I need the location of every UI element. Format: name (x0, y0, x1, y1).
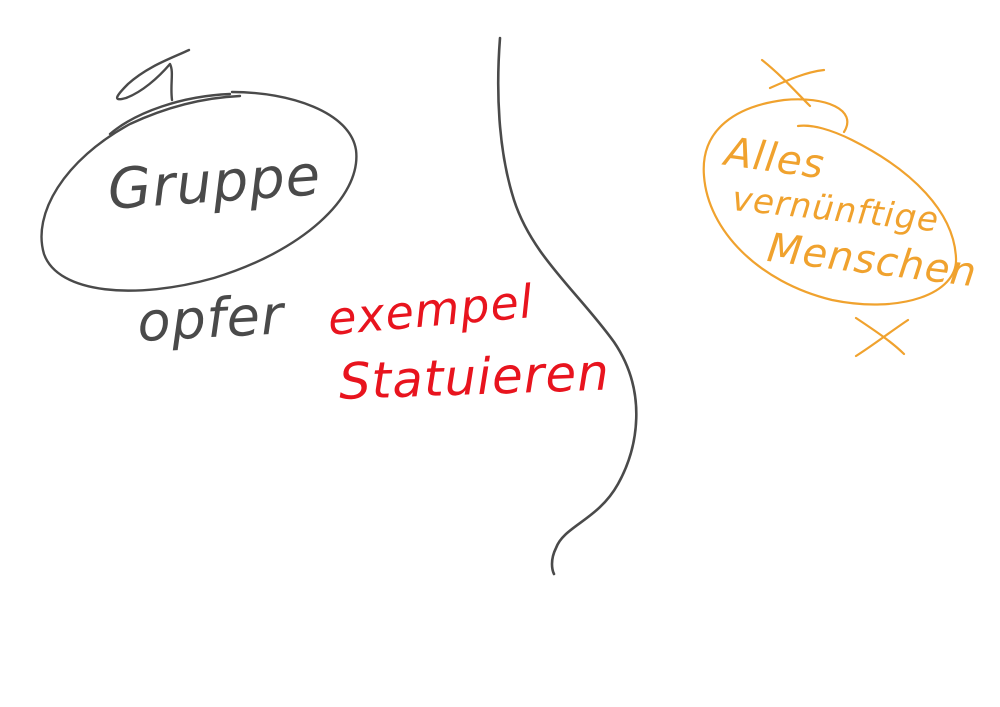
statuieren-word: Statuieren (337, 343, 611, 411)
dark-scribble-stroke (108, 48, 232, 136)
whiteboard-canvas[interactable]: Gruppe opfer exempel Statuieren Alles ve… (0, 0, 1000, 707)
opfer-word: opfer (135, 283, 286, 354)
orange-x-bottom-stroke (854, 316, 910, 358)
gruppe-word: Gruppe (105, 143, 324, 223)
